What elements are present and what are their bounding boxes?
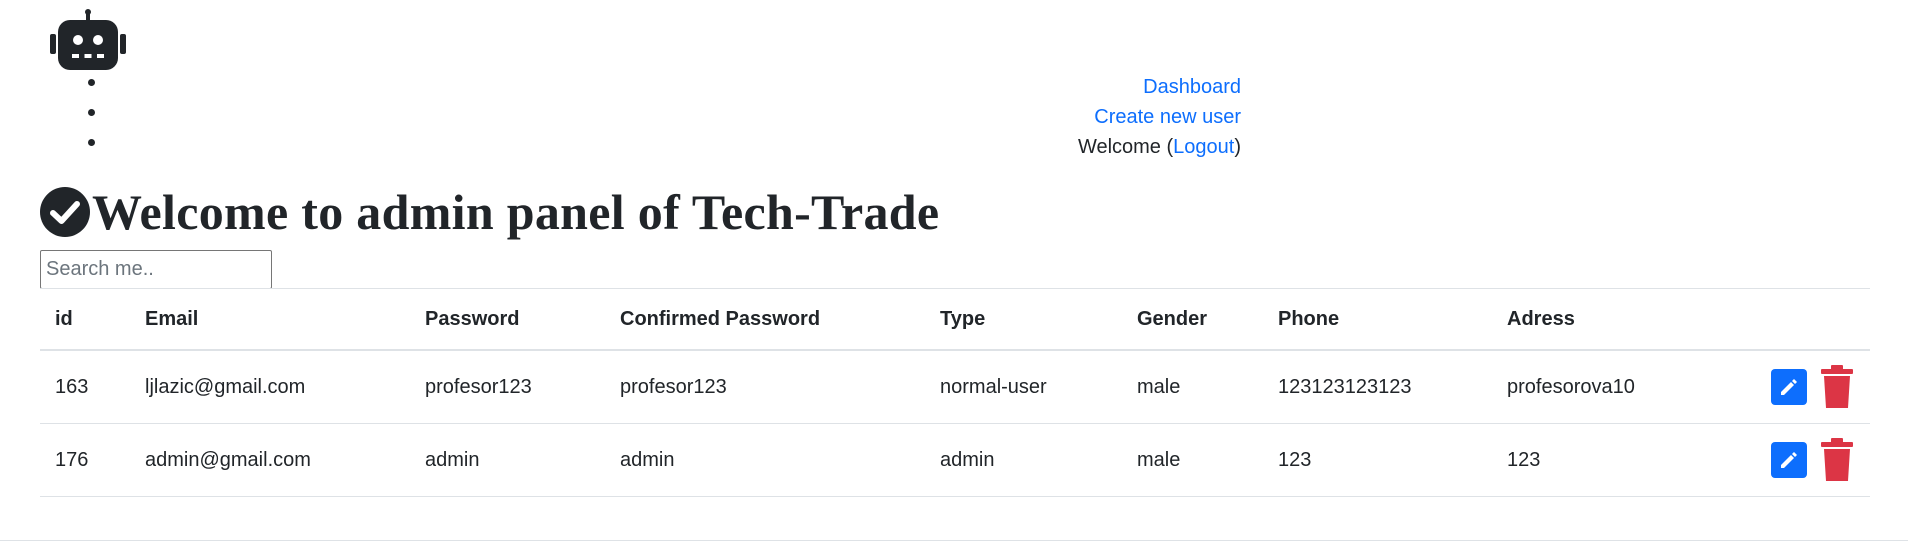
pencil-icon (1781, 379, 1798, 395)
cell-phone: 123123123123 (1278, 375, 1412, 398)
col-header-password: Password (425, 307, 520, 330)
cell-email: ljlazic@gmail.com (145, 375, 306, 398)
admin-page: Dashboard Create new user Welcome (Logou… (0, 0, 1908, 560)
trash-icon[interactable] (1819, 438, 1855, 482)
col-header-type: Type (940, 307, 986, 330)
users-table-wrap: id Email Password Confirmed Password Typ… (40, 288, 1870, 497)
trash-icon[interactable] (1819, 365, 1855, 409)
welcome-line: Welcome (Logout) (1078, 132, 1241, 162)
col-header-phone: Phone (1278, 307, 1340, 330)
users-table: id Email Password Confirmed Password Typ… (40, 288, 1870, 497)
cell-gender: male (1137, 375, 1181, 398)
search-input[interactable] (40, 250, 272, 289)
cell-confirmed-password: admin (620, 448, 675, 471)
footer-divider (0, 540, 1908, 541)
table-row: 163 ljlazic@gmail.com profesor123 profes… (40, 350, 1870, 424)
cell-password: admin (425, 448, 480, 471)
table-row: 176 admin@gmail.com admin admin admin ma… (40, 424, 1870, 497)
cell-password: profesor123 (425, 375, 532, 398)
check-circle-icon (40, 187, 90, 237)
table-header-row: id Email Password Confirmed Password Typ… (40, 288, 1870, 351)
edit-button[interactable] (1771, 442, 1808, 478)
col-header-gender: Gender (1137, 307, 1208, 330)
robot-icon (50, 9, 126, 70)
cell-adress: 123 (1507, 448, 1541, 471)
welcome-text: Welcome ( (1077, 136, 1174, 158)
nav-link-dashboard[interactable]: Dashboard (1143, 76, 1241, 98)
col-header-actions (1755, 289, 1870, 351)
top-nav: Dashboard Create new user Welcome (Logou… (1078, 72, 1241, 162)
cell-id: 176 (55, 448, 89, 471)
col-header-confirmed-password: Confirmed Password (620, 307, 821, 330)
logout-link[interactable]: Logout (1173, 136, 1234, 158)
col-header-adress: Adress (1507, 307, 1575, 330)
cell-email: admin@gmail.com (145, 448, 311, 471)
pencil-icon (1781, 452, 1798, 468)
cell-adress: profesorova10 (1507, 375, 1635, 398)
col-header-email: Email (145, 307, 199, 330)
cell-phone: 123 (1278, 448, 1312, 471)
cell-actions (1755, 350, 1870, 424)
nav-link-create-user[interactable]: Create new user (1094, 106, 1241, 128)
cell-type: normal-user (940, 375, 1047, 398)
cell-id: 163 (55, 375, 89, 398)
cell-actions (1755, 424, 1870, 497)
cell-gender: male (1137, 448, 1181, 471)
cell-confirmed-password: profesor123 (620, 375, 727, 398)
welcome-close: ) (1234, 136, 1241, 158)
page-title: Welcome to admin panel of Tech-Trade (92, 184, 940, 240)
cell-type: admin (940, 448, 995, 471)
col-header-id: id (55, 307, 73, 330)
edit-button[interactable] (1771, 369, 1808, 405)
page-heading: Welcome to admin panel of Tech-Trade (40, 182, 939, 242)
